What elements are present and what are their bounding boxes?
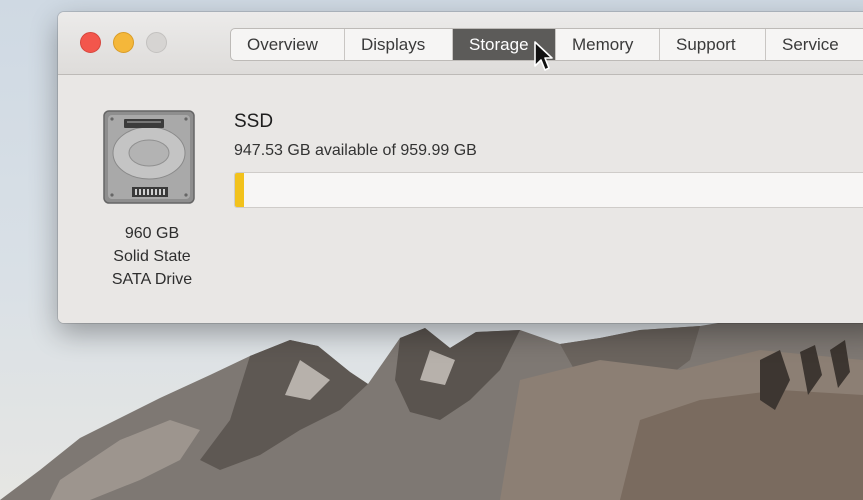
about-this-mac-window: Overview Displays Storage Memory Support… (58, 12, 863, 323)
storage-usage-fill (235, 173, 244, 207)
drive-caption: 960 GB Solid State SATA Drive (88, 222, 216, 291)
title-bar: Overview Displays Storage Memory Support… (58, 12, 863, 75)
drive-capacity: 960 GB (124, 225, 180, 242)
tab-support[interactable]: Support (660, 29, 766, 60)
close-button[interactable] (80, 32, 101, 53)
pointer-cursor-icon (534, 41, 553, 71)
drive-interface: SATA Drive (111, 271, 193, 288)
storage-usage-bar (234, 172, 863, 208)
storage-panel: 960 GB Solid State SATA Drive SSD 947.53… (58, 75, 863, 323)
drive-type: Solid State (113, 248, 191, 265)
zoom-button[interactable] (146, 32, 167, 53)
storage-availability: 947.53 GB available of 959.99 GB (234, 142, 477, 159)
tab-overview[interactable]: Overview (231, 29, 345, 60)
drive-name: SSD (234, 111, 274, 132)
minimize-button[interactable] (113, 32, 134, 53)
tab-memory[interactable]: Memory (556, 29, 660, 60)
tab-displays[interactable]: Displays (345, 29, 453, 60)
tab-service[interactable]: Service (766, 29, 863, 60)
hard-drive-icon (103, 110, 195, 204)
